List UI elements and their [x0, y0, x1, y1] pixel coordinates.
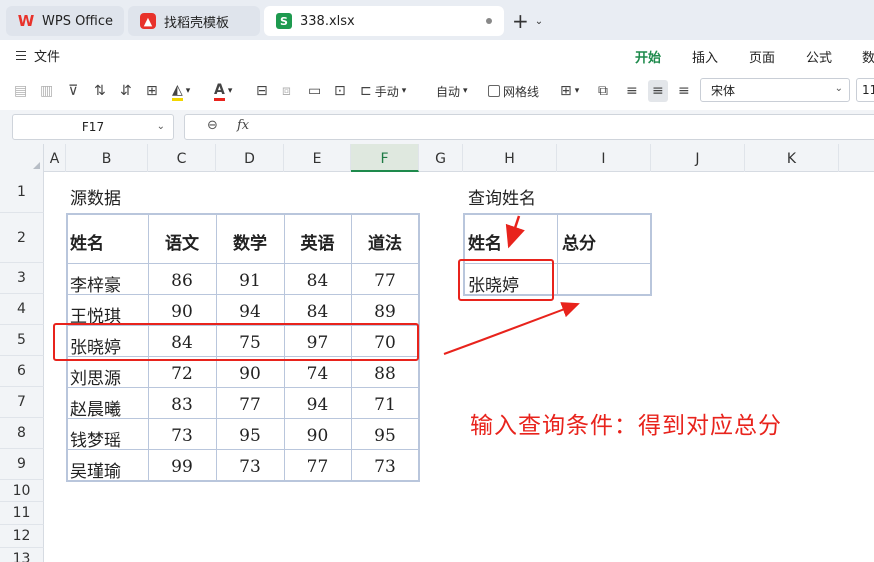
freeze-panes-button[interactable]: ⊞ ▾ [560, 80, 579, 102]
chevron-down-icon[interactable]: ⌄ [157, 115, 165, 139]
fill-color-button[interactable]: ◭ ▾ [172, 80, 190, 102]
tab-docer-templates[interactable]: ▲ 找稻壳模板 [128, 6, 260, 36]
tab-wps-office[interactable]: W WPS Office [6, 6, 124, 36]
zoom-magnifier-icon[interactable]: ⊖ [207, 118, 218, 133]
gridlines-checkbox[interactable] [488, 85, 500, 97]
sheet-file-icon: S [276, 13, 292, 29]
chevron-down-icon[interactable]: ▾ [186, 86, 191, 96]
arrow-to-name-header [505, 215, 525, 249]
ribbon-tab-insert[interactable]: 插入 [692, 47, 718, 66]
formula-bar: F17 ⌄ ⊖ fx [0, 110, 874, 144]
manual-row-height-button[interactable]: ⊏ 手动 ▾ [360, 80, 406, 102]
autofit-button[interactable]: 自动 ▾ [436, 80, 468, 102]
font-name-value: 宋体 [711, 83, 736, 98]
clear-format-button[interactable]: ⧉ [598, 80, 608, 102]
manual-label: 手动 [374, 84, 399, 99]
fill-bucket-icon: ◭ [172, 82, 183, 101]
gridlines-toggle[interactable]: 网格线 [488, 80, 539, 102]
font-size-value: 11 [862, 83, 874, 97]
borders-button[interactable]: ⊞ [146, 80, 158, 102]
align-center-button[interactable]: ≡ [648, 80, 668, 102]
docer-icon: ▲ [140, 13, 156, 29]
autofit-label: 自动 [436, 84, 461, 99]
row-height-icon: ⊏ [360, 83, 372, 99]
menu-row: 文件 开始 插入 页面 公式 数 [0, 40, 874, 74]
align-right-button[interactable]: ≡ [678, 80, 690, 102]
filter-icon: ⊽ [68, 83, 79, 99]
tab-label: 找稻壳模板 [164, 15, 230, 31]
sort-descending-icon: ⇵ [120, 83, 132, 99]
name-box[interactable]: F17 ⌄ [12, 114, 174, 140]
wrap-text-icon: ▭ [308, 83, 322, 99]
hamburger-icon [16, 51, 26, 60]
filter-button[interactable]: ⊽ [68, 80, 78, 102]
sort-ascending-button[interactable]: ⇅ [94, 80, 106, 102]
clear-format-icon: ⧉ [598, 83, 608, 99]
font-color-icon: A [214, 82, 225, 101]
tab-label: WPS Office [42, 13, 114, 29]
chevron-down-icon[interactable]: ▾ [402, 86, 407, 96]
align-right-icon: ≡ [678, 83, 690, 99]
chevron-down-icon[interactable]: ⌄ [535, 16, 543, 27]
font-color-button[interactable]: A ▾ [214, 80, 232, 102]
ribbon-tab-data[interactable]: 数 [862, 47, 874, 66]
tab-active-workbook[interactable]: S 338.xlsx [264, 6, 504, 36]
chevron-down-icon[interactable]: ⌄ [835, 83, 843, 94]
annotation-note: 输入查询条件：得到对应总分 [470, 413, 782, 439]
ribbon-tab-home[interactable]: 开始 [635, 47, 662, 74]
format-painter-button[interactable]: ⊡ [334, 80, 346, 102]
clipboard-format-icon: ▥ [40, 83, 54, 99]
format-painter-icon: ⊡ [334, 83, 346, 99]
freeze-grid-icon: ⊞ [560, 83, 572, 99]
title-tab-bar: W WPS Office ▲ 找稻壳模板 S 338.xlsx + ⌄ [0, 0, 874, 40]
align-left-button[interactable]: ≡ [626, 80, 638, 102]
gridlines-label: 网格线 [503, 84, 540, 99]
font-name-select[interactable]: 宋体 ⌄ [700, 78, 850, 102]
unsaved-dot-icon[interactable] [486, 18, 492, 24]
chevron-down-icon[interactable]: ▾ [228, 86, 233, 96]
plus-icon: + [512, 9, 529, 33]
merge-icon: ⧈ [282, 83, 291, 99]
ribbon-tab-formula[interactable]: 公式 [806, 47, 832, 66]
annotation-arrows [443, 215, 580, 355]
file-menu-label: 文件 [34, 50, 61, 65]
paste-format-button[interactable]: ▥ [40, 80, 53, 102]
wps-logo-icon: W [17, 12, 35, 30]
new-tab-button[interactable]: + ⌄ [512, 8, 543, 34]
worksheet-grid[interactable]: A B C D E F G H I J K 1 2 3 4 5 6 7 8 9 … [0, 144, 874, 562]
sort-ascending-icon: ⇅ [94, 83, 106, 99]
wrap-text-button[interactable]: ▭ [308, 80, 321, 102]
fx-icon[interactable]: fx [237, 118, 249, 133]
font-size-select[interactable]: 11 [856, 78, 874, 102]
ribbon-tab-page[interactable]: 页面 [749, 47, 775, 66]
tab-label: 338.xlsx [300, 13, 355, 29]
sort-descending-button[interactable]: ⇵ [120, 80, 132, 102]
border-grid-icon: ⊞ [146, 83, 158, 99]
arrow-to-total-cell [443, 302, 580, 355]
clipboard-icon: ▤ [14, 83, 28, 99]
chevron-down-icon[interactable]: ▾ [575, 86, 580, 96]
file-menu-button[interactable]: 文件 [16, 46, 60, 65]
paste-values-button[interactable]: ▤ [14, 80, 27, 102]
align-center-icon: ≡ [652, 83, 664, 99]
cell-style-icon: ⊟ [256, 83, 268, 99]
name-box-value: F17 [81, 120, 105, 134]
merge-button[interactable]: ⧈ [282, 80, 291, 102]
chevron-down-icon[interactable]: ▾ [463, 86, 468, 96]
align-left-icon: ≡ [626, 83, 638, 99]
cell-style-button[interactable]: ⊟ [256, 80, 268, 102]
formula-input[interactable]: ⊖ fx [184, 114, 874, 140]
